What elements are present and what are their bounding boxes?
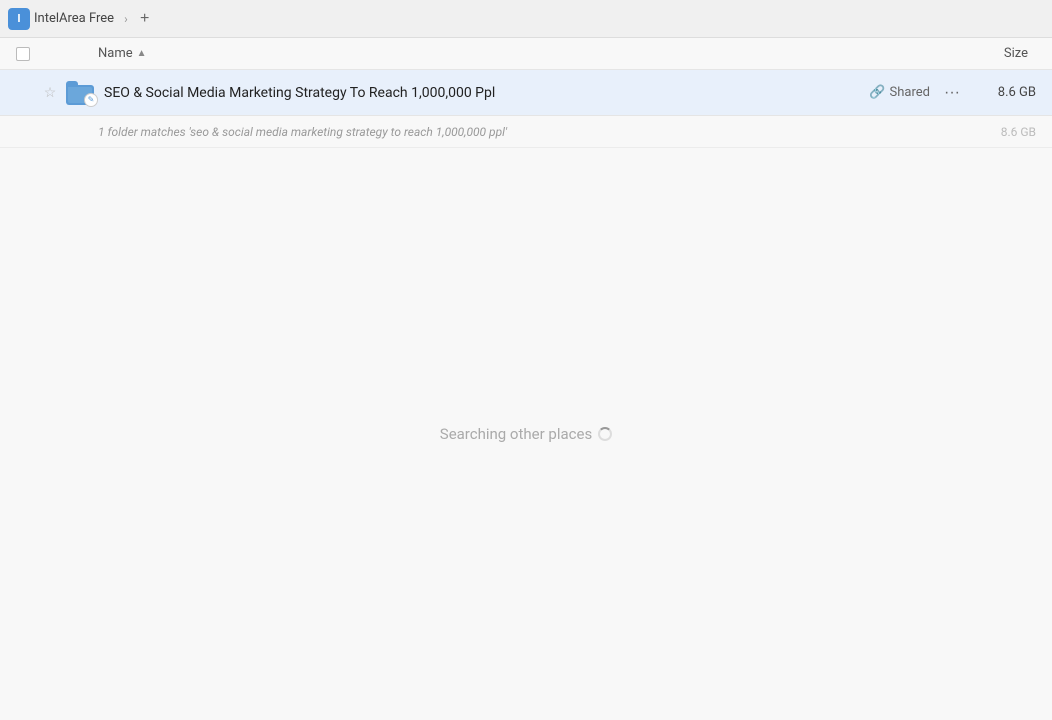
column-headers: Name ▲ Size bbox=[0, 38, 1052, 70]
match-size: 8.6 GB bbox=[974, 125, 1044, 139]
breadcrumb-separator: › bbox=[124, 12, 128, 26]
loading-spinner bbox=[598, 427, 612, 441]
name-label: Name bbox=[98, 46, 133, 61]
file-name: SEO & Social Media Marketing Strategy To… bbox=[98, 85, 869, 101]
link-icon: 🔗 bbox=[869, 85, 885, 100]
folder-badge: ✎ bbox=[84, 93, 98, 107]
star-icon[interactable]: ☆ bbox=[44, 85, 57, 101]
content-area: Searching other places bbox=[0, 148, 1052, 720]
star-col[interactable]: ☆ bbox=[38, 85, 62, 101]
top-bar: I IntelArea Free › + bbox=[0, 0, 1052, 38]
more-options-button[interactable]: ··· bbox=[938, 79, 966, 107]
sort-arrow: ▲ bbox=[137, 48, 147, 59]
folder-icon: ✎ bbox=[66, 81, 94, 105]
shared-badge: 🔗 Shared bbox=[869, 85, 930, 100]
file-icon-col: ✎ bbox=[62, 81, 98, 105]
shared-label: Shared bbox=[890, 85, 930, 100]
size-column-header: Size bbox=[964, 46, 1044, 61]
name-column-header[interactable]: Name ▲ bbox=[98, 46, 964, 61]
add-tab-button[interactable]: + bbox=[134, 8, 156, 30]
match-row: 1 folder matches 'seo & social media mar… bbox=[0, 116, 1052, 148]
select-all-checkbox[interactable] bbox=[16, 47, 30, 61]
match-text: 1 folder matches 'seo & social media mar… bbox=[98, 125, 974, 139]
app-icon: I bbox=[8, 8, 30, 30]
searching-text: Searching other places bbox=[440, 425, 612, 443]
select-all-col bbox=[8, 47, 38, 61]
app-title: IntelArea Free bbox=[34, 11, 114, 26]
searching-label: Searching other places bbox=[440, 425, 592, 443]
file-size: 8.6 GB bbox=[974, 85, 1044, 100]
file-row[interactable]: ☆ ✎ SEO & Social Media Marketing Strateg… bbox=[0, 70, 1052, 116]
